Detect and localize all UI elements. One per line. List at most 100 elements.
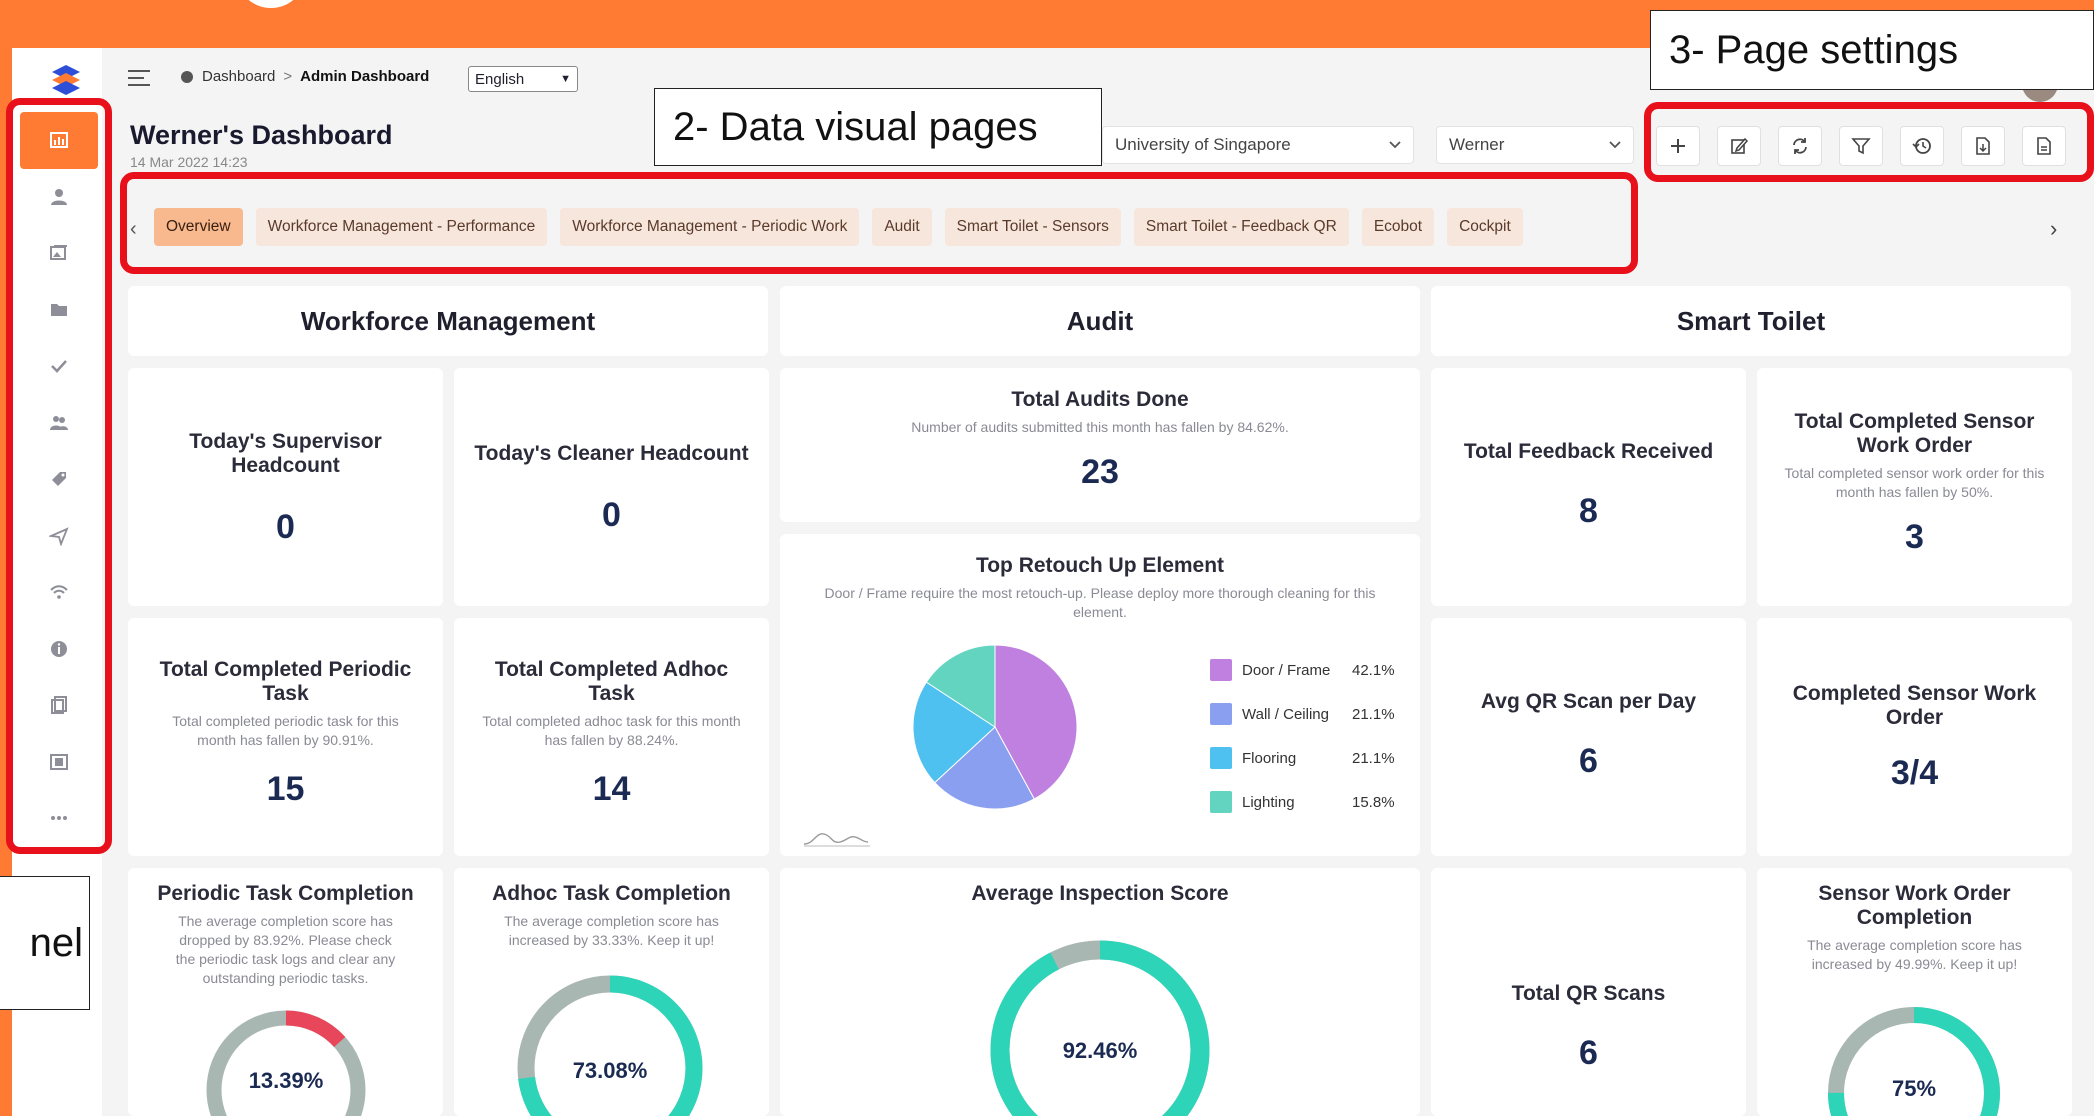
section-smart-toilet: Smart Toilet: [1431, 286, 2071, 356]
gauge-value: 92.46%: [1063, 1038, 1138, 1063]
legend-label: Flooring: [1242, 749, 1297, 767]
card-title: Sensor Work Order Completion: [1818, 882, 2011, 929]
card-title: Average Inspection Score: [971, 882, 1229, 905]
card-title: Today's Supervisor Headcount: [189, 430, 382, 477]
gauge-inspection-score: 92.46%: [990, 940, 1210, 1116]
card-completed-sensor-wo: Completed Sensor Work Order 3/4: [1757, 618, 2072, 856]
gauge-periodic-completion: 13.39%: [206, 1010, 366, 1116]
chevron-down-icon: ▼: [560, 73, 571, 85]
legend-swatch: [1210, 703, 1232, 725]
highlight-side-panel: [6, 98, 112, 854]
legend-value: 21.1%: [1352, 749, 1395, 767]
card-value: 0: [276, 508, 295, 546]
card-total-feedback: Total Feedback Received 8: [1431, 368, 1746, 606]
card-value: 6: [1579, 1034, 1598, 1072]
location-select-value: University of Singapore: [1115, 135, 1291, 154]
highlight-page-settings: [1644, 102, 2094, 182]
page-title: Werner's Dashboard: [130, 120, 393, 150]
section-audit: Audit: [780, 286, 1420, 356]
card-value: 3: [1905, 518, 1924, 556]
legend-item-lighting: Lighting 15.8%: [1210, 780, 1395, 824]
legend-label: Door / Frame: [1242, 661, 1331, 679]
pie-legend: Door / Frame 42.1% Wall / Ceiling 21.1% …: [1210, 648, 1395, 824]
legend-label: Wall / Ceiling: [1242, 705, 1329, 723]
card-sensor-wo-completion: Sensor Work Order Completion The average…: [1757, 868, 2072, 1116]
card-description: Total completed adhoc task for this mont…: [482, 713, 741, 748]
card-completed-periodic-task: Total Completed Periodic Task Total comp…: [128, 618, 443, 856]
app-logo-icon[interactable]: [48, 62, 84, 98]
legend-item-flooring: Flooring 21.1%: [1210, 736, 1395, 780]
tabs-scroll-right-icon[interactable]: ›: [2050, 216, 2057, 242]
card-value: 23: [1081, 453, 1119, 491]
card-title: Top Retouch Up Element: [975, 554, 1225, 577]
legend-swatch: [1210, 747, 1232, 769]
pie-chart-retouch: [912, 644, 1078, 810]
gauge-value: 13.39%: [249, 1068, 324, 1093]
legend-value: 21.1%: [1352, 705, 1395, 723]
card-total-completed-sensor-wo: Total Completed Sensor Work Order Total …: [1757, 368, 2072, 606]
card-total-qr-scans: Total QR Scans 6: [1431, 868, 1746, 1116]
language-select[interactable]: English ▼: [468, 66, 578, 92]
highlight-data-visual-pages: [120, 172, 1638, 274]
card-value: 6: [1579, 742, 1598, 780]
card-total-audits-done: Total Audits Done Number of audits submi…: [780, 368, 1420, 522]
card-description: The average completion score has dropped…: [175, 913, 396, 986]
legend-swatch: [1210, 791, 1232, 813]
card-description: The average completion score has increas…: [504, 913, 719, 948]
user-select-value: Werner: [1449, 135, 1505, 154]
card-value: 15: [266, 770, 305, 808]
gauge-value: 75%: [1892, 1076, 1936, 1101]
gauge-value: 73.08%: [573, 1058, 648, 1083]
page-timestamp: 14 Mar 2022 14:23: [130, 154, 248, 170]
annotation-data-visual-pages: 2- Data visual pages: [654, 88, 1102, 166]
user-select[interactable]: Werner: [1436, 126, 1634, 164]
chevron-down-icon: [1609, 141, 1621, 149]
gauge-adhoc-completion: 73.08%: [517, 975, 703, 1116]
legend-value: 42.1%: [1352, 661, 1395, 679]
card-avg-qr-scan: Avg QR Scan per Day 6: [1431, 618, 1746, 856]
card-description: The average completion score has increas…: [1807, 937, 2022, 972]
breadcrumb: Dashboard > Admin Dashboard: [180, 68, 429, 85]
card-cleaner-headcount: Today's Cleaner Headcount 0: [454, 368, 769, 606]
card-description: Total completed sensor work order for th…: [1784, 465, 2045, 500]
card-title: Completed Sensor Work Order: [1792, 682, 2037, 729]
card-value: 14: [592, 770, 631, 808]
card-adhoc-task-completion: Adhoc Task Completion The average comple…: [454, 868, 769, 1116]
annotation-side-panel: nel: [0, 876, 90, 1010]
section-title: Audit: [1066, 306, 1134, 336]
breadcrumb-root[interactable]: Dashboard: [202, 68, 275, 85]
card-title: Total Feedback Received: [1463, 440, 1714, 463]
chart-brand-icon: [803, 833, 870, 847]
breadcrumb-separator: >: [283, 68, 293, 85]
card-periodic-task-completion: Periodic Task Completion The average com…: [128, 868, 443, 1116]
annotation-page-settings: 3- Page settings: [1650, 10, 2094, 90]
menu-toggle-icon[interactable]: [128, 70, 150, 86]
legend-swatch: [1210, 659, 1232, 681]
card-title: Total Completed Adhoc Task: [494, 658, 729, 705]
section-title: Workforce Management: [300, 306, 596, 336]
location-select[interactable]: University of Singapore: [1102, 126, 1414, 164]
language-select-value: English: [475, 70, 525, 88]
card-title: Periodic Task Completion: [157, 882, 414, 905]
card-title: Adhoc Task Completion: [492, 882, 731, 905]
card-completed-adhoc-task: Total Completed Adhoc Task Total complet…: [454, 618, 769, 856]
card-title: Total QR Scans: [1511, 982, 1666, 1005]
card-value: 0: [602, 496, 621, 534]
section-workforce: Workforce Management: [128, 286, 768, 356]
card-value: 8: [1579, 492, 1598, 530]
card-description: Total completed periodic task for this m…: [172, 713, 399, 748]
card-title: Total Audits Done: [1011, 388, 1189, 411]
card-description: Door / Frame require the most retouch-up…: [824, 585, 1376, 620]
gauge-fill: [990, 940, 1210, 1116]
legend-item-wall-ceiling: Wall / Ceiling 21.1%: [1210, 692, 1395, 736]
card-title: Avg QR Scan per Day: [1480, 690, 1697, 713]
legend-value: 15.8%: [1352, 793, 1395, 811]
card-title: Today's Cleaner Headcount: [474, 442, 749, 465]
card-title: Total Completed Sensor Work Order: [1794, 410, 2035, 457]
legend-label: Lighting: [1242, 793, 1295, 811]
section-title: Smart Toilet: [1676, 306, 1826, 336]
dashboard-icon: [181, 70, 193, 83]
card-description: Number of audits submitted this month ha…: [911, 419, 1289, 435]
card-supervisor-headcount: Today's Supervisor Headcount 0: [128, 368, 443, 606]
card-value: 3/4: [1890, 754, 1939, 792]
